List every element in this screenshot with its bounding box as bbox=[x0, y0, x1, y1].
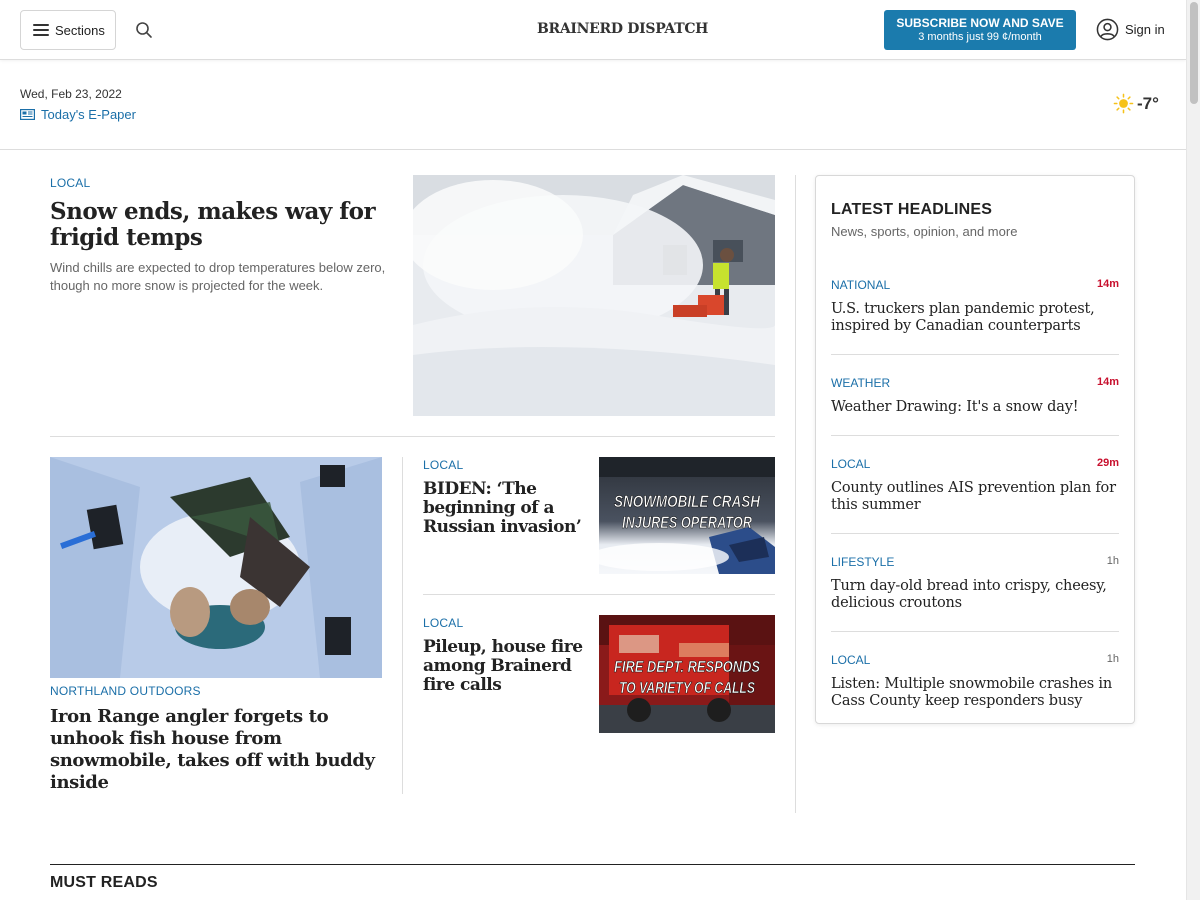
headline-kicker[interactable]: NATIONAL bbox=[831, 278, 890, 292]
temperature-readout: -7° bbox=[1137, 93, 1159, 113]
section-divider bbox=[50, 436, 775, 437]
story-headline[interactable]: Iron Range angler forgets to unhook fish… bbox=[50, 706, 380, 794]
newspaper-icon bbox=[20, 109, 35, 120]
column-divider bbox=[795, 175, 796, 813]
sign-in-link[interactable]: Sign in bbox=[1096, 18, 1165, 41]
site-logo[interactable]: BRAINERD DISPATCH bbox=[537, 21, 708, 37]
date-bar: Wed, Feb 23, 2022 Today's E-Paper -7° bbox=[0, 60, 1186, 150]
headline-link[interactable]: Weather Drawing: It's a snow day! bbox=[831, 399, 1119, 416]
user-account-icon bbox=[1096, 18, 1119, 41]
story-kicker[interactable]: LOCAL bbox=[423, 616, 463, 630]
weather-widget[interactable]: -7° bbox=[1113, 93, 1159, 114]
image-overlay-text: FIRE DEPT. RESPONDS bbox=[614, 659, 760, 676]
latest-headlines-panel: LATEST HEADLINES News, sports, opinion, … bbox=[815, 175, 1135, 724]
image-overlay-text: TO VARIETY OF CALLS bbox=[619, 680, 755, 697]
headline-timestamp: 14m bbox=[1096, 376, 1119, 388]
lead-story-image[interactable] bbox=[413, 175, 775, 416]
latest-headlines-subtitle: News, sports, opinion, and more bbox=[831, 224, 1018, 239]
sections-menu-button[interactable]: Sections bbox=[20, 10, 116, 50]
headline-link[interactable]: U.S. truckers plan pandemic protest, ins… bbox=[831, 301, 1119, 335]
sign-in-label: Sign in bbox=[1125, 22, 1165, 37]
story-kicker[interactable]: LOCAL bbox=[423, 458, 463, 472]
epaper-link[interactable]: Today's E-Paper bbox=[20, 107, 136, 122]
story-image[interactable]: FIRE DEPT. RESPONDS TO VARIETY OF CALLS bbox=[599, 615, 775, 733]
headline-kicker[interactable]: LIFESTYLE bbox=[831, 555, 894, 569]
image-overlay-text: SNOWMOBILE CRASH bbox=[614, 492, 761, 511]
headline-kicker[interactable]: LOCAL bbox=[831, 653, 870, 667]
page-scrollbar[interactable] bbox=[1186, 0, 1200, 900]
headline-kicker[interactable]: LOCAL bbox=[831, 457, 870, 471]
story-divider bbox=[423, 594, 775, 595]
image-overlay-text: INJURES OPERATOR bbox=[622, 513, 753, 532]
headline-timestamp: 29m bbox=[1096, 457, 1119, 469]
story-image[interactable] bbox=[50, 457, 382, 678]
headline-link[interactable]: County outlines AIS prevention plan for … bbox=[831, 480, 1119, 514]
headline-divider bbox=[831, 533, 1119, 534]
must-reads-heading: MUST READS bbox=[50, 874, 158, 891]
lead-story-headline[interactable]: Snow ends, makes way for frigid temps bbox=[50, 199, 390, 251]
subscribe-main-label: SUBSCRIBE NOW AND SAVE bbox=[896, 16, 1064, 30]
headline-timestamp: 1h bbox=[1106, 653, 1119, 665]
top-navigation-bar: Sections BRAINERD DISPATCH SUBSCRIBE NOW… bbox=[0, 0, 1186, 60]
headline-divider bbox=[831, 354, 1119, 355]
headline-kicker[interactable]: WEATHER bbox=[831, 376, 890, 390]
scrollbar-thumb[interactable] bbox=[1190, 2, 1198, 104]
story-headline[interactable]: BIDEN: ‘The beginning of a Russian invas… bbox=[423, 480, 588, 537]
headline-link[interactable]: Listen: Multiple snowmobile crashes in C… bbox=[831, 676, 1119, 710]
story-kicker[interactable]: NORTHLAND OUTDOORS bbox=[50, 684, 201, 698]
headline-divider bbox=[831, 631, 1119, 632]
search-icon[interactable] bbox=[135, 21, 153, 39]
column-divider bbox=[402, 457, 403, 794]
latest-headlines-title: LATEST HEADLINES bbox=[831, 201, 993, 218]
story-headline[interactable]: Pileup, house fire among Brainerd fire c… bbox=[423, 638, 588, 695]
headline-timestamp: 14m bbox=[1096, 278, 1119, 290]
sun-icon bbox=[1113, 93, 1134, 114]
current-date: Wed, Feb 23, 2022 bbox=[20, 87, 122, 101]
headline-timestamp: 1h bbox=[1106, 555, 1119, 567]
lead-story-summary: Wind chills are expected to drop tempera… bbox=[50, 260, 386, 293]
headline-divider bbox=[831, 435, 1119, 436]
must-reads-rule bbox=[50, 864, 1135, 865]
hamburger-menu-icon bbox=[33, 24, 49, 36]
lead-story-kicker[interactable]: LOCAL bbox=[50, 176, 90, 190]
subscribe-offer-label: 3 months just 99 ¢/month bbox=[918, 31, 1042, 43]
epaper-label: Today's E-Paper bbox=[41, 107, 136, 122]
headline-link[interactable]: Turn day-old bread into crispy, cheesy, … bbox=[831, 578, 1119, 612]
sections-label: Sections bbox=[55, 22, 105, 38]
subscribe-button[interactable]: SUBSCRIBE NOW AND SAVE 3 months just 99 … bbox=[884, 10, 1076, 50]
story-image[interactable]: SNOWMOBILE CRASH INJURES OPERATOR bbox=[599, 457, 775, 574]
